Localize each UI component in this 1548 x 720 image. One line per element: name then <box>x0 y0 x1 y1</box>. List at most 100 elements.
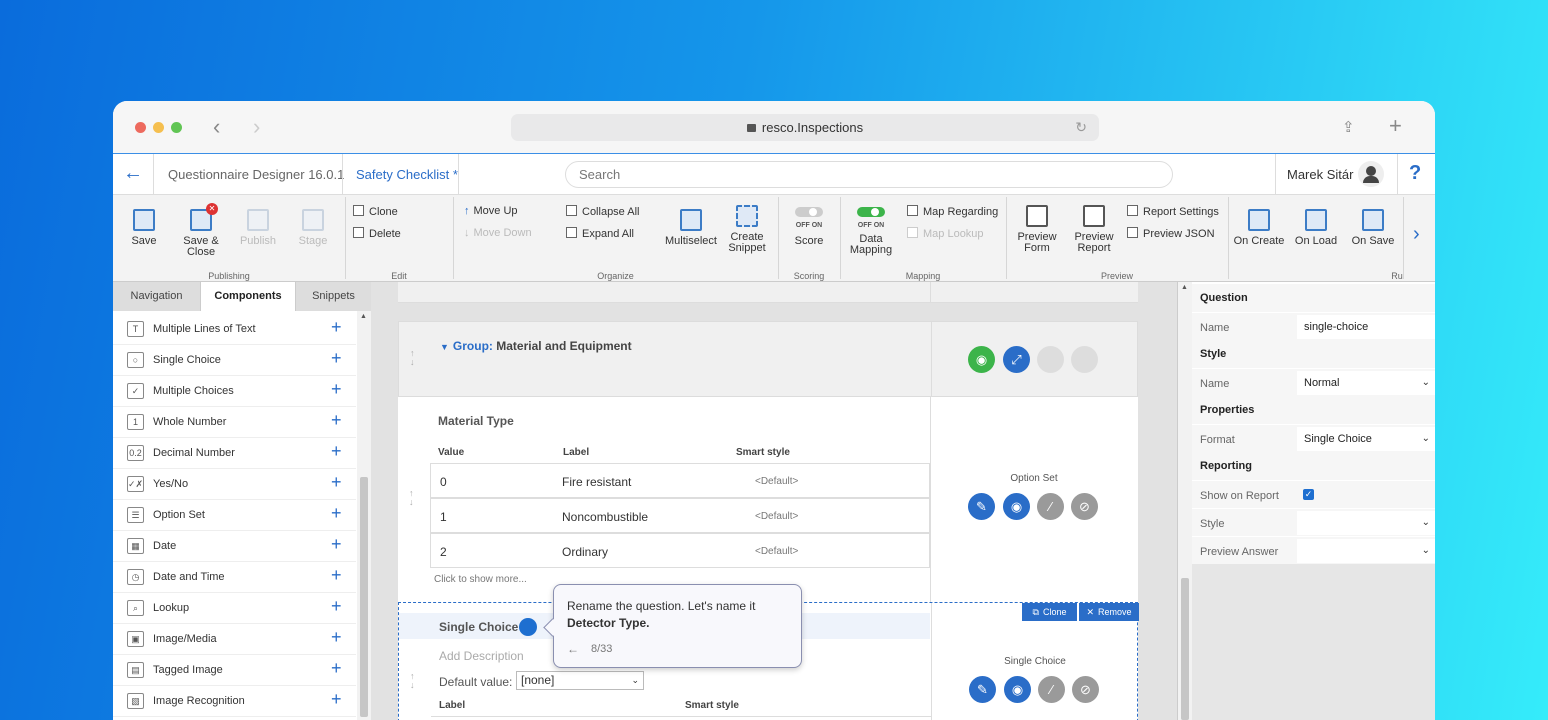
search-input[interactable]: Search <box>565 161 1173 188</box>
browser-back-icon[interactable]: ‹ <box>213 115 220 139</box>
clone-button[interactable]: Clone <box>353 205 398 218</box>
reload-icon[interactable]: ↻ <box>1075 114 1087 141</box>
ribbon-scroll-right-icon[interactable]: › <box>1413 223 1420 246</box>
add-icon[interactable]: + <box>331 442 342 460</box>
preview-json-button[interactable]: Preview JSON <box>1127 227 1215 240</box>
clone-tag-button[interactable]: ⧉ Clone <box>1022 603 1077 621</box>
move-up-button[interactable]: ↑ Move Up <box>464 205 518 217</box>
edit-pencil-icon[interactable]: ✎ <box>969 676 996 703</box>
share-icon[interactable]: ⇪ <box>1342 118 1355 136</box>
add-icon[interactable]: + <box>331 535 342 553</box>
preview-form-button[interactable]: Preview Form <box>1015 205 1059 254</box>
option-row[interactable]: 0 Fire resistant <Default> <box>430 463 930 498</box>
component-item[interactable]: ▧ Image Recognition + <box>113 686 356 717</box>
component-item[interactable]: ⌕ Lookup + <box>113 593 356 624</box>
maximize-window-button[interactable] <box>171 122 182 133</box>
add-icon[interactable]: + <box>331 690 342 708</box>
question-card-material-type[interactable]: ↑ ↓ Material Type Value Label Smart style… <box>398 397 1138 602</box>
show-more-link[interactable]: Click to show more... <box>434 574 527 585</box>
component-item[interactable]: ▤ Tagged Image + <box>113 655 356 686</box>
add-icon[interactable]: + <box>331 628 342 646</box>
default-value-select[interactable]: [none] ⌄ <box>516 671 644 690</box>
add-icon[interactable]: + <box>331 411 342 429</box>
add-icon[interactable]: + <box>331 473 342 491</box>
style-name-select[interactable]: Normal ⌄ <box>1297 371 1435 395</box>
component-item[interactable]: T Multiple Lines of Text + <box>113 314 356 345</box>
hidden-off-icon[interactable]: ⊘ <box>1072 676 1099 703</box>
url-bar[interactable]: resco.Inspections ↻ <box>511 114 1099 141</box>
required-off-icon[interactable]: ⁄ <box>1038 676 1065 703</box>
report-style-select[interactable]: ⌄ <box>1297 511 1435 535</box>
option-row[interactable]: 1 Noncombustible <Default> <box>430 498 930 533</box>
report-settings-button[interactable]: Report Settings <box>1127 205 1219 218</box>
multiselect-button[interactable]: Multiselect <box>663 209 719 247</box>
expand-icon[interactable]: ⤢ <box>1003 346 1030 373</box>
delete-button[interactable]: Delete <box>353 227 401 240</box>
reorder-arrows-icon[interactable]: ↑ ↓ <box>409 489 414 507</box>
avatar[interactable] <box>1358 161 1384 187</box>
question-title[interactable]: Material Type <box>438 414 514 428</box>
component-item[interactable]: ▣ Image/Media + <box>113 624 356 655</box>
component-item[interactable]: ▦ Date + <box>113 531 356 562</box>
on-save-button[interactable]: On Save <box>1349 209 1397 247</box>
reorder-arrows-icon[interactable]: ↑ ↓ <box>410 349 415 367</box>
preview-report-button[interactable]: Preview Report <box>1071 205 1117 254</box>
component-item[interactable]: ◷ Date and Time + <box>113 562 356 593</box>
browser-forward-icon[interactable]: › <box>253 115 260 139</box>
add-icon[interactable]: + <box>331 349 342 367</box>
save-button[interactable]: Save <box>127 209 161 247</box>
edit-pencil-icon[interactable]: ✎ <box>968 493 995 520</box>
tour-hotspot[interactable] <box>519 618 537 636</box>
map-regarding-button[interactable]: Map Regarding <box>907 205 998 218</box>
add-icon[interactable]: + <box>331 597 342 615</box>
add-icon[interactable]: + <box>331 566 342 584</box>
group-header[interactable]: ↑ ↓ ▼ Group: Material and Equipment ◉ ⤢ <box>398 321 1138 398</box>
component-item[interactable]: ○ Single Choice + <box>113 345 356 376</box>
help-icon[interactable]: ? <box>1409 162 1421 185</box>
on-load-button[interactable]: On Load <box>1293 209 1339 247</box>
component-item[interactable]: ✓✗ Yes/No + <box>113 469 356 500</box>
minimize-window-button[interactable] <box>153 122 164 133</box>
left-scrollbar[interactable]: ▲ <box>357 311 371 720</box>
stage-button[interactable]: Stage <box>295 209 331 247</box>
empty-action-1[interactable] <box>1037 346 1064 373</box>
visibility-eye-icon[interactable]: ◉ <box>1003 493 1030 520</box>
back-arrow-icon[interactable]: ← <box>123 162 143 185</box>
show-on-report-checkbox[interactable]: ✓ <box>1303 489 1314 500</box>
empty-action-2[interactable] <box>1071 346 1098 373</box>
remove-tag-button[interactable]: ✕ Remove <box>1079 603 1139 621</box>
save-close-button[interactable]: ✕ Save & Close <box>179 203 223 258</box>
move-down-button[interactable]: ↓ Move Down <box>464 227 532 239</box>
tab-snippets[interactable]: Snippets <box>296 282 371 311</box>
collapse-triangle-icon[interactable]: ▼ <box>440 342 449 352</box>
tab-navigation[interactable]: Navigation <box>113 282 200 311</box>
question-title[interactable]: Single Choice <box>439 620 518 634</box>
name-field[interactable]: single-choice <box>1297 315 1435 339</box>
tab-components[interactable]: Components <box>200 282 296 311</box>
add-icon[interactable]: + <box>331 318 342 336</box>
component-item[interactable]: ✓ Multiple Choices + <box>113 376 356 407</box>
close-window-button[interactable] <box>135 122 146 133</box>
add-icon[interactable]: + <box>331 504 342 522</box>
publish-button[interactable]: Publish <box>237 209 279 247</box>
preview-answer-select[interactable]: ⌄ <box>1297 539 1435 563</box>
description-input[interactable]: Add Description <box>439 649 524 663</box>
component-item[interactable]: 1 Whole Number + <box>113 407 356 438</box>
map-lookup-button[interactable]: Map Lookup <box>907 227 984 240</box>
add-icon[interactable]: + <box>331 380 342 398</box>
add-icon[interactable]: + <box>331 659 342 677</box>
right-scrollbar[interactable]: ▲ <box>1178 282 1192 720</box>
document-tab[interactable]: Safety Checklist * <box>356 167 458 182</box>
option-row[interactable]: 2 Ordinary <Default> <box>430 533 930 568</box>
data-mapping-toggle[interactable]: OFF ON Data Mapping <box>849 207 893 256</box>
reorder-arrows-icon[interactable]: ↑ ↓ <box>410 672 415 690</box>
component-item[interactable]: ☰ Option Set + <box>113 500 356 531</box>
on-create-button[interactable]: On Create <box>1233 209 1285 247</box>
collapse-all-button[interactable]: Collapse All <box>566 205 639 218</box>
create-snippet-button[interactable]: Create Snippet <box>725 205 769 254</box>
required-off-icon[interactable]: ⁄ <box>1037 493 1064 520</box>
visibility-eye-icon[interactable]: ◉ <box>968 346 995 373</box>
expand-all-button[interactable]: Expand All <box>566 227 634 240</box>
hidden-off-icon[interactable]: ⊘ <box>1071 493 1098 520</box>
score-toggle[interactable]: OFF ON Score <box>787 207 831 247</box>
